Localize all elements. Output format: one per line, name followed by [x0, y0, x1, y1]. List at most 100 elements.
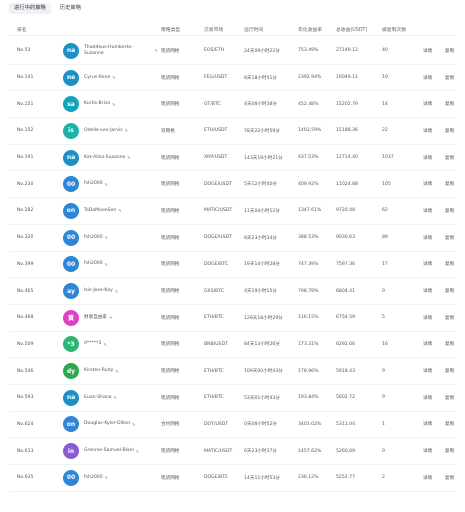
copy-link[interactable]: 复制	[445, 288, 454, 294]
user-cell[interactable]: 00 fsh2000 ✎	[63, 469, 158, 486]
copy-count: 9	[382, 368, 385, 374]
detail-link[interactable]: 详情	[423, 288, 432, 294]
detail-link[interactable]: 详情	[423, 395, 432, 401]
copy-link[interactable]: 复制	[445, 395, 454, 401]
user-cell[interactable]: na Euan-Shana ✎	[63, 389, 158, 406]
trading-pair: MATIC/USDT	[204, 208, 233, 214]
copy-link[interactable]: 复制	[445, 235, 454, 241]
trading-pair: ETH/USDT	[204, 128, 228, 134]
tab-running[interactable]: 进行中的策略	[9, 3, 51, 14]
copy-link[interactable]: 复制	[445, 341, 454, 347]
strategy-type: 现货网格	[161, 289, 180, 295]
run-time: 4天19小时15分	[244, 289, 277, 295]
copy-link[interactable]: 复制	[445, 128, 454, 134]
username[interactable]: Kat-Alisa-Suzanne	[84, 155, 125, 161]
total-profit: 5260.09	[336, 448, 355, 454]
detail-link[interactable]: 详情	[423, 341, 432, 347]
user-cell[interactable]: dy Kirsten-Rudy ✎	[63, 363, 158, 380]
detail-link[interactable]: 详情	[423, 448, 432, 454]
user-cell[interactable]: 黄 财富自由家 ✎	[63, 309, 158, 326]
detail-link[interactable]: 详情	[423, 475, 432, 481]
trading-pair: GXS/BTC	[204, 288, 225, 294]
annual-roi: 388.53%	[298, 235, 319, 241]
username[interactable]: ToDaMoonSon	[84, 208, 116, 214]
user-cell[interactable]: *3 0*****3 ✎	[63, 336, 158, 353]
copy-link[interactable]: 复制	[445, 315, 454, 321]
user-cell[interactable]: on ToDaMoonSon ✎	[63, 202, 158, 219]
copy-link[interactable]: 复制	[445, 75, 454, 81]
header-total: 总收益(USDT)	[336, 28, 368, 33]
total-profit: 5918.43	[336, 368, 355, 374]
username[interactable]: Kurtis-Brisa	[84, 101, 110, 107]
username[interactable]: 财富自由家	[84, 315, 107, 321]
tab-history[interactable]: 历史策略	[55, 3, 86, 14]
username[interactable]: Isis-Jose-Kay	[84, 288, 113, 294]
badge-icon: ✎	[104, 181, 108, 187]
user-cell[interactable]: ne Cyrus-Rene ✎	[63, 69, 158, 86]
copy-count: 10	[382, 75, 388, 81]
badge-icon: ✎	[104, 235, 108, 241]
user-cell[interactable]: on Douglas-Kyler-Dillon ✎	[63, 416, 158, 433]
copy-link[interactable]: 复制	[445, 475, 454, 481]
user-cell[interactable]: 00 fsh2000 ✎	[63, 229, 158, 246]
username[interactable]: Euan-Shana	[84, 395, 112, 401]
username[interactable]: fsh2000	[84, 261, 103, 267]
avatar: na	[63, 42, 79, 59]
copy-count: 22	[382, 128, 388, 134]
username[interactable]: Kirsten-Rudy	[84, 368, 113, 374]
user-cell[interactable]: 00 fsh2000 ✎	[63, 176, 158, 193]
username[interactable]: Grennie-Samuel-Blain	[84, 448, 134, 454]
user-cell[interactable]: 00 fsh2000 ✎	[63, 256, 158, 273]
copy-link[interactable]: 复制	[445, 101, 454, 107]
username[interactable]: Odelle-Lev-Jarvis	[84, 128, 123, 134]
detail-link[interactable]: 详情	[423, 181, 432, 187]
user-cell[interactable]: na Kat-Alisa-Suzanne ✎	[63, 149, 158, 166]
run-time: 78天22小时59分	[244, 128, 280, 134]
detail-link[interactable]: 详情	[423, 368, 432, 374]
username[interactable]: Cyrus-Rene	[84, 75, 110, 81]
detail-link[interactable]: 详情	[423, 235, 432, 241]
strategy-type: 现货网格	[161, 182, 180, 188]
detail-link[interactable]: 详情	[423, 48, 432, 54]
username[interactable]: Douglas-Kyler-Dillon	[84, 421, 130, 427]
copy-link[interactable]: 复制	[445, 48, 454, 54]
user-cell[interactable]: na Thaddeus-Humberto-Suzanne ✎	[63, 42, 158, 59]
username[interactable]: fsh2000	[84, 475, 103, 481]
rank: No.624	[17, 421, 34, 427]
detail-link[interactable]: 详情	[423, 128, 432, 134]
copy-link[interactable]: 复制	[445, 261, 454, 267]
detail-link[interactable]: 详情	[423, 75, 432, 81]
badge-icon: ✎	[104, 475, 108, 481]
strategy-type: 双网格	[161, 128, 175, 134]
copy-link[interactable]: 复制	[445, 448, 454, 454]
detail-link[interactable]: 详情	[423, 315, 432, 321]
badge-icon: ✎	[114, 288, 119, 294]
user-cell[interactable]: ay Isis-Jose-Kay ✎	[63, 283, 158, 300]
badge-icon: ✎	[135, 448, 140, 454]
run-time: 143天19小时21分	[244, 155, 283, 161]
username[interactable]: Thaddeus-Humberto-Suzanne	[84, 45, 153, 57]
avatar: 黄	[63, 309, 79, 326]
avatar: 00	[63, 229, 79, 246]
detail-link[interactable]: 详情	[423, 101, 432, 107]
detail-link[interactable]: 详情	[423, 208, 432, 214]
copy-link[interactable]: 复制	[445, 181, 454, 187]
rank: No.191	[17, 155, 34, 161]
user-cell[interactable]: sa Kurtis-Brisa ✎	[63, 96, 158, 113]
username[interactable]: 0*****3	[84, 341, 101, 347]
detail-link[interactable]: 详情	[423, 155, 432, 161]
username[interactable]: fsh2000	[84, 235, 103, 241]
copy-link[interactable]: 复制	[445, 208, 454, 214]
copy-count: 105	[382, 181, 391, 187]
user-cell[interactable]: is Odelle-Lev-Jarvis ✎	[63, 122, 158, 139]
copy-link[interactable]: 复制	[445, 421, 454, 427]
user-cell[interactable]: in Grennie-Samuel-Blain ✎	[63, 443, 158, 460]
avatar: on	[63, 416, 79, 433]
copy-link[interactable]: 复制	[445, 155, 454, 161]
detail-link[interactable]: 详情	[423, 261, 432, 267]
total-profit: 11024.88	[336, 181, 358, 187]
annual-roi: 798.78%	[298, 288, 319, 294]
username[interactable]: fsh2000	[84, 181, 103, 187]
copy-link[interactable]: 复制	[445, 368, 454, 374]
detail-link[interactable]: 详情	[423, 421, 432, 427]
